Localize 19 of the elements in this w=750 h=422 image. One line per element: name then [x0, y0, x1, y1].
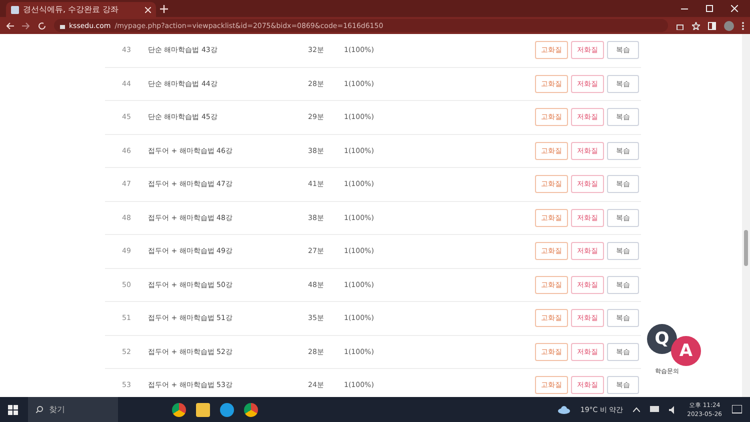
- search-icon[interactable]: [36, 406, 43, 413]
- browser-tab[interactable]: 경선식에듀, 수강완료 강좌: [6, 2, 156, 17]
- folder-app-icon[interactable]: [196, 402, 210, 416]
- close-icon[interactable]: [145, 6, 151, 12]
- windows-start-icon[interactable]: [8, 404, 18, 414]
- new-tab-icon[interactable]: [160, 4, 168, 12]
- sidebar-icon[interactable]: [708, 22, 716, 30]
- cloud-icon: [558, 406, 570, 414]
- restore-icon[interactable]: [706, 5, 713, 12]
- star-icon[interactable]: [692, 22, 700, 30]
- avatar-icon[interactable]: [724, 20, 734, 30]
- forward-icon[interactable]: [22, 22, 30, 30]
- taskbar-search-field[interactable]: 찾기: [49, 405, 99, 414]
- back-icon[interactable]: [6, 22, 14, 30]
- reload-icon[interactable]: [38, 22, 46, 30]
- close-icon[interactable]: [731, 5, 738, 12]
- chevron-up-icon[interactable]: [633, 407, 640, 412]
- scrollbar[interactable]: [742, 34, 750, 397]
- favicon-icon: [11, 6, 19, 14]
